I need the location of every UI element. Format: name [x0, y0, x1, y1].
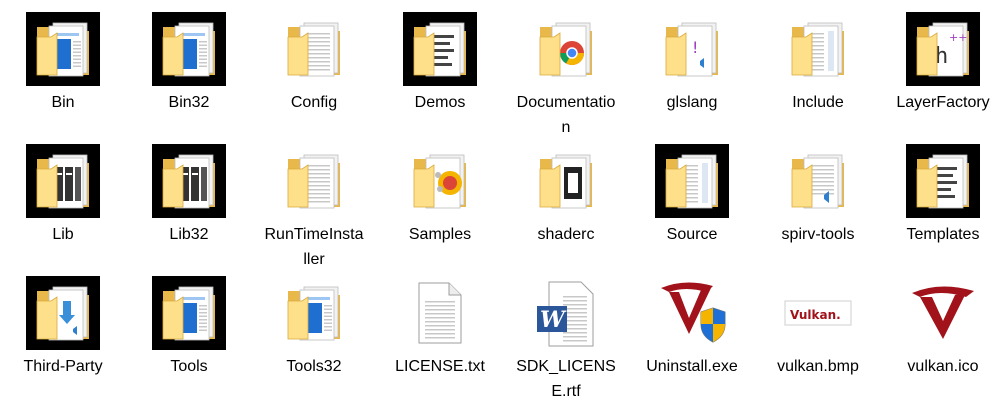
- svg-text:!: !: [692, 38, 698, 57]
- file-item[interactable]: Uninstall.exe: [629, 276, 755, 379]
- file-item-label: Documentation: [516, 94, 616, 136]
- svg-text:Vulkan.: Vulkan.: [790, 308, 841, 322]
- vulkan-uninstall-icon: [655, 276, 729, 350]
- folder-header-icon: [655, 144, 729, 218]
- file-item[interactable]: ! glslang: [629, 12, 755, 115]
- folder-exe-icon: [26, 12, 100, 86]
- file-grid: Bin Bin32 Config Demos Documentation ! g…: [0, 0, 1000, 408]
- folder-library-icon: [26, 144, 100, 218]
- folder-exe-icon: [152, 12, 226, 86]
- folder-plain-icon: [277, 144, 351, 218]
- file-item-label: vulkan.ico: [907, 358, 979, 375]
- file-item-label: Config: [290, 94, 338, 111]
- file-item[interactable]: Lib32: [126, 144, 252, 247]
- file-item-label: Tools: [170, 358, 208, 375]
- file-item-label: Lib: [52, 226, 74, 243]
- folder-text-icon: [906, 144, 980, 218]
- file-item[interactable]: Samples: [377, 144, 503, 247]
- file-item[interactable]: Lib: [0, 144, 126, 247]
- file-item[interactable]: LICENSE.txt: [377, 276, 503, 379]
- folder-dark-doc-icon: [529, 144, 603, 218]
- file-item-label: Third-Party: [23, 358, 103, 375]
- file-item[interactable]: Third-Party: [0, 276, 126, 379]
- file-item[interactable]: h ++ LayerFactory: [880, 12, 1000, 115]
- file-item[interactable]: Include: [755, 12, 881, 115]
- folder-doc-icon: [277, 12, 351, 86]
- folder-samples-icon: [403, 144, 477, 218]
- file-item-label: Include: [792, 94, 844, 111]
- file-item-label: LICENSE.txt: [395, 358, 485, 375]
- file-item[interactable]: spirv-tools: [755, 144, 881, 247]
- file-item[interactable]: Bin32: [126, 12, 252, 115]
- file-item-label: SDK_LICENSE.rtf: [516, 358, 616, 400]
- file-item-label: spirv-tools: [781, 226, 855, 243]
- file-item-label: shaderc: [537, 226, 595, 243]
- file-item[interactable]: Demos: [377, 12, 503, 115]
- folder-cpp-icon: h ++: [906, 12, 980, 86]
- file-item-label: Templates: [906, 226, 980, 243]
- file-item-label: Bin: [51, 94, 75, 111]
- file-item[interactable]: Config: [251, 12, 377, 115]
- file-item[interactable]: Templates: [880, 144, 1000, 247]
- file-item-label: Bin32: [168, 94, 210, 111]
- folder-code-icon: !: [655, 12, 729, 86]
- file-item[interactable]: Bin: [0, 12, 126, 115]
- file-item[interactable]: Vulkan. vulkan.bmp: [755, 276, 881, 379]
- word-file-icon: W: [529, 276, 603, 350]
- file-item[interactable]: RunTimeInstaller: [251, 144, 377, 272]
- folder-download-icon: [26, 276, 100, 350]
- file-item-label: LayerFactory: [896, 94, 990, 111]
- folder-vscode-icon: [781, 144, 855, 218]
- file-item-label: Samples: [408, 226, 472, 243]
- file-item[interactable]: Tools32: [251, 276, 377, 379]
- file-item-label: vulkan.bmp: [777, 358, 859, 375]
- folder-exe-icon: [277, 276, 351, 350]
- file-item-label: Demos: [414, 94, 466, 111]
- vulkan-logo-icon: [906, 276, 980, 350]
- vulkan-bmp-icon: Vulkan.: [781, 276, 855, 350]
- file-item[interactable]: shaderc: [503, 144, 629, 247]
- file-item[interactable]: vulkan.ico: [880, 276, 1000, 379]
- folder-exe-icon: [152, 276, 226, 350]
- file-item[interactable]: Documentation: [503, 12, 629, 140]
- file-item[interactable]: Source: [629, 144, 755, 247]
- file-item-label: RunTimeInstaller: [264, 226, 364, 268]
- svg-text:++: ++: [949, 31, 967, 44]
- file-item-label: glslang: [666, 94, 718, 111]
- file-item-label: Tools32: [286, 358, 342, 375]
- text-file-icon: [403, 276, 477, 350]
- folder-chrome-icon: [529, 12, 603, 86]
- file-item-label: Lib32: [169, 226, 209, 243]
- svg-text:W: W: [540, 307, 567, 333]
- file-item-label: Source: [666, 226, 718, 243]
- folder-header-icon: [781, 12, 855, 86]
- file-item[interactable]: W SDK_LICENSE.rtf: [503, 276, 629, 404]
- folder-text-icon: [403, 12, 477, 86]
- file-item[interactable]: Tools: [126, 276, 252, 379]
- folder-library-icon: [152, 144, 226, 218]
- file-item-label: Uninstall.exe: [646, 358, 738, 375]
